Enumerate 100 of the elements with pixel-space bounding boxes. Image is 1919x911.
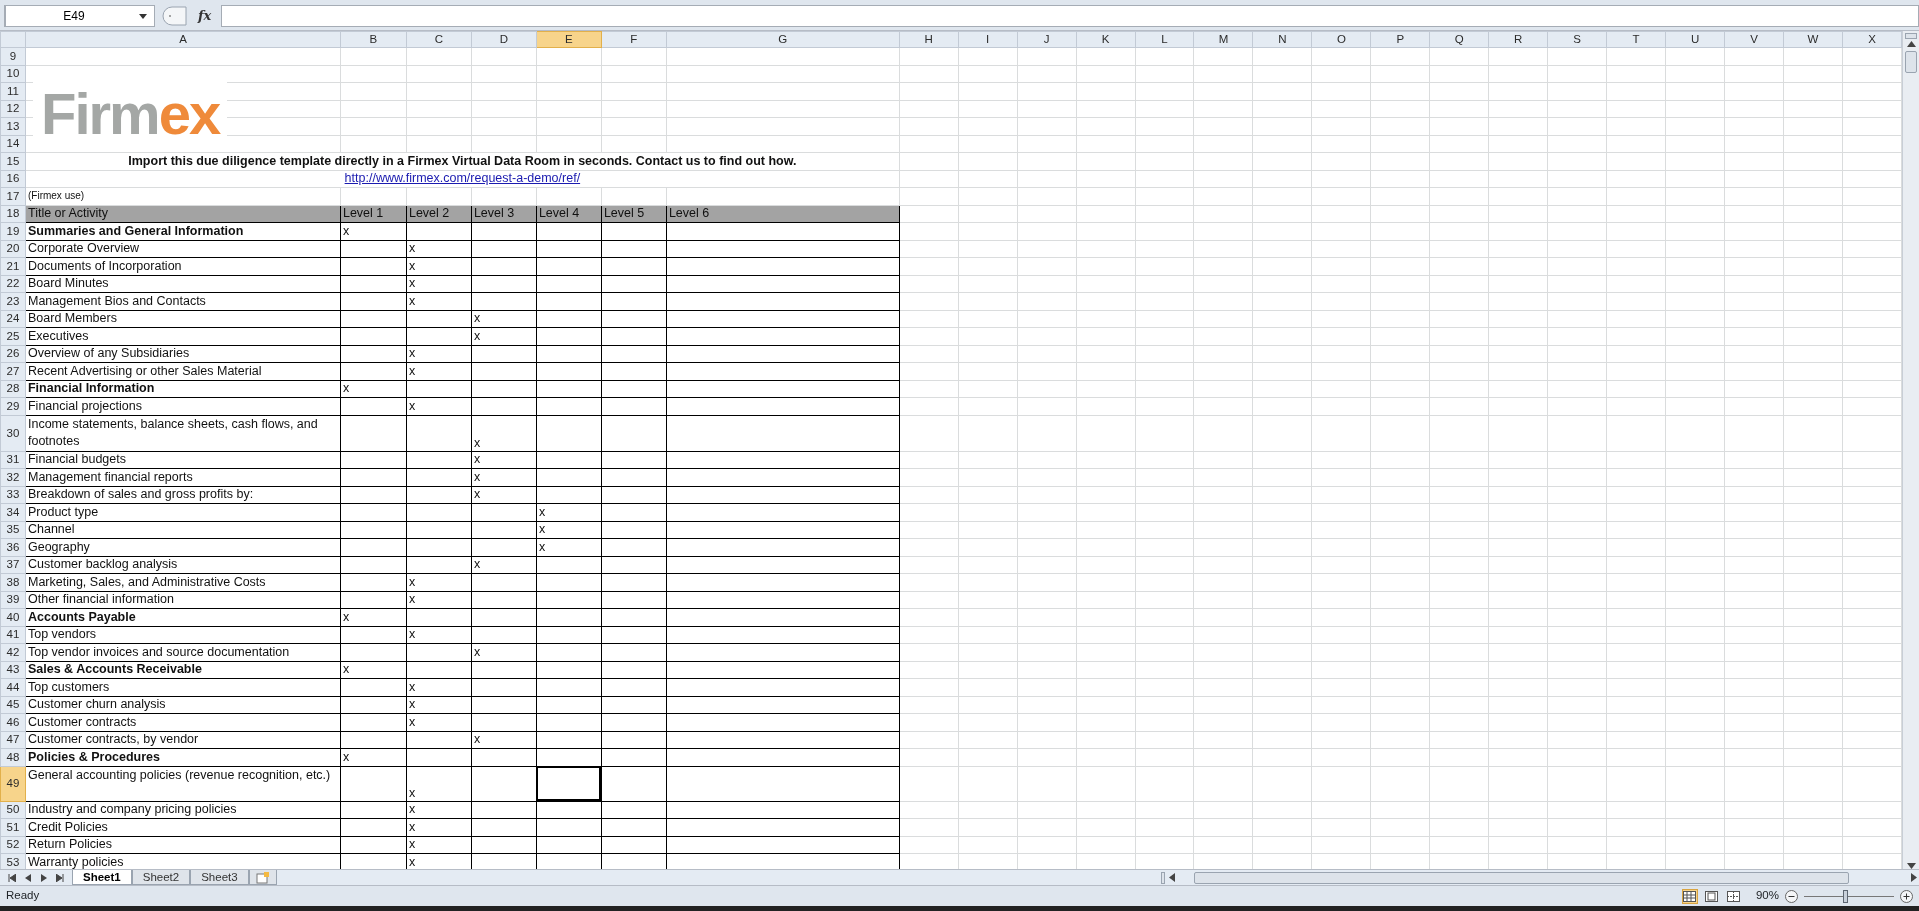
column-header[interactable]: S (1547, 31, 1607, 48)
item-label: Income statements, balance sheets, cash flows, and footnotes (28, 416, 318, 448)
level-mark: x (408, 679, 416, 694)
column-title: Level 5 (603, 206, 645, 221)
level-mark: x (408, 697, 416, 712)
level-mark: x (408, 276, 416, 291)
column-header[interactable]: X (1842, 31, 1902, 48)
column-header[interactable]: E (536, 31, 602, 48)
logo-text: Firm (41, 81, 159, 146)
formula-field[interactable] (221, 5, 1919, 27)
level-mark: x (342, 381, 350, 396)
level-mark: x (473, 469, 481, 484)
item-label: Board Minutes (28, 276, 109, 291)
first-sheet-icon[interactable] (8, 873, 16, 882)
row-header[interactable]: 49 (0, 766, 26, 801)
view-button[interactable] (1703, 888, 1720, 904)
column-header[interactable]: J (1017, 31, 1077, 48)
column-header[interactable]: K (1076, 31, 1136, 48)
column-header[interactable]: U (1665, 31, 1725, 48)
column-header[interactable]: I (958, 31, 1018, 48)
column-title: Level 3 (473, 206, 515, 221)
column-header[interactable]: P (1370, 31, 1430, 48)
level-mark: x (473, 487, 481, 502)
level-mark: x (473, 328, 481, 343)
page-layout-icon (1705, 890, 1719, 902)
column-header[interactable]: B (340, 31, 407, 48)
item-label: Board Members (28, 311, 117, 326)
view-button[interactable] (1725, 888, 1742, 904)
item-label: Top customers (28, 679, 110, 694)
column-header[interactable]: H (899, 31, 959, 48)
column-header[interactable]: N (1252, 31, 1312, 48)
active-cell[interactable] (536, 766, 602, 801)
level-mark: x (408, 258, 416, 273)
level-mark: x (408, 819, 416, 834)
row-header[interactable]: 30 (0, 415, 26, 451)
next-sheet-icon[interactable] (40, 873, 48, 882)
column-title: Level 2 (408, 206, 450, 221)
zoom-slider[interactable] (1804, 889, 1894, 903)
level-mark: x (538, 522, 546, 537)
sheet-tab[interactable]: Sheet1 (72, 870, 132, 885)
last-sheet-icon[interactable] (56, 873, 64, 882)
scroll-right-icon[interactable] (1911, 873, 1917, 882)
column-header[interactable]: T (1606, 31, 1666, 48)
column-header[interactable]: W (1783, 31, 1843, 48)
column-header[interactable]: F (601, 31, 667, 48)
level-mark: x (408, 627, 416, 642)
column-header[interactable]: L (1135, 31, 1194, 48)
column-header[interactable]: G (666, 31, 900, 48)
column-header[interactable]: A (25, 31, 341, 48)
scroll-left-icon[interactable] (1169, 873, 1175, 882)
sheet-tab[interactable]: Sheet3 (190, 870, 249, 885)
level-mark: x (408, 785, 416, 800)
item-label: Other financial information (28, 592, 174, 607)
item-label: Management financial reports (28, 469, 193, 484)
column-title: Level 1 (342, 206, 384, 221)
level-mark: x (342, 609, 350, 624)
dropdown-caret-icon[interactable] (139, 14, 147, 19)
split-handle-icon[interactable] (1161, 871, 1165, 884)
item-label: Industry and company pricing policies (28, 802, 237, 817)
slider-thumb[interactable] (1843, 889, 1849, 903)
item-label: Customer contracts (28, 714, 137, 729)
name-box[interactable]: E49 (5, 5, 155, 27)
level-mark: x (342, 223, 350, 238)
item-label: Customer contracts, by vendor (28, 732, 199, 747)
item-label: Breakdown of sales and gross profits by: (28, 487, 254, 502)
item-label: Financial budgets (28, 452, 126, 467)
note-text: (Firmex use) (28, 190, 85, 202)
split-handle-icon[interactable] (1905, 33, 1917, 39)
scroll-thumb[interactable] (1193, 871, 1849, 884)
insert-function-button[interactable]: fx (192, 6, 218, 26)
column-header[interactable]: O (1311, 31, 1371, 48)
item-label: Marketing, Sales, and Administrative Costs (28, 574, 266, 589)
level-mark: x (473, 452, 481, 467)
item-label: Return Policies (28, 837, 113, 852)
view-button[interactable] (1681, 888, 1698, 904)
sheet-tab[interactable]: Sheet2 (131, 870, 191, 885)
column-header[interactable]: Q (1429, 31, 1489, 48)
column-header[interactable]: V (1724, 31, 1784, 48)
previous-sheet-icon[interactable] (24, 873, 32, 882)
zoom-reading[interactable]: 90% (1755, 887, 1779, 905)
zoom-out-icon[interactable] (1785, 889, 1798, 903)
level-mark: x (473, 644, 481, 659)
item-label: Summaries and General Information (28, 223, 244, 238)
zoom-in-icon[interactable] (1900, 889, 1913, 903)
level-mark: x (408, 363, 416, 378)
item-label: Recent Advertising or other Sales Material (28, 363, 262, 378)
page-break-icon (1727, 890, 1741, 902)
item-label: Top vendors (28, 627, 97, 642)
scroll-up-icon[interactable] (1906, 41, 1916, 47)
column-header[interactable]: R (1488, 31, 1548, 48)
column-header[interactable]: M (1193, 31, 1253, 48)
item-label: Documents of Incorporation (28, 258, 182, 273)
level-mark: x (408, 837, 416, 852)
level-mark: x (408, 241, 416, 256)
column-title: Title or Activity (28, 206, 109, 221)
level-mark: x (408, 346, 416, 361)
column-header[interactable]: C (406, 31, 472, 48)
item-label: Geography (28, 539, 90, 554)
scroll-thumb[interactable] (1905, 51, 1917, 73)
column-header[interactable]: D (471, 31, 537, 48)
